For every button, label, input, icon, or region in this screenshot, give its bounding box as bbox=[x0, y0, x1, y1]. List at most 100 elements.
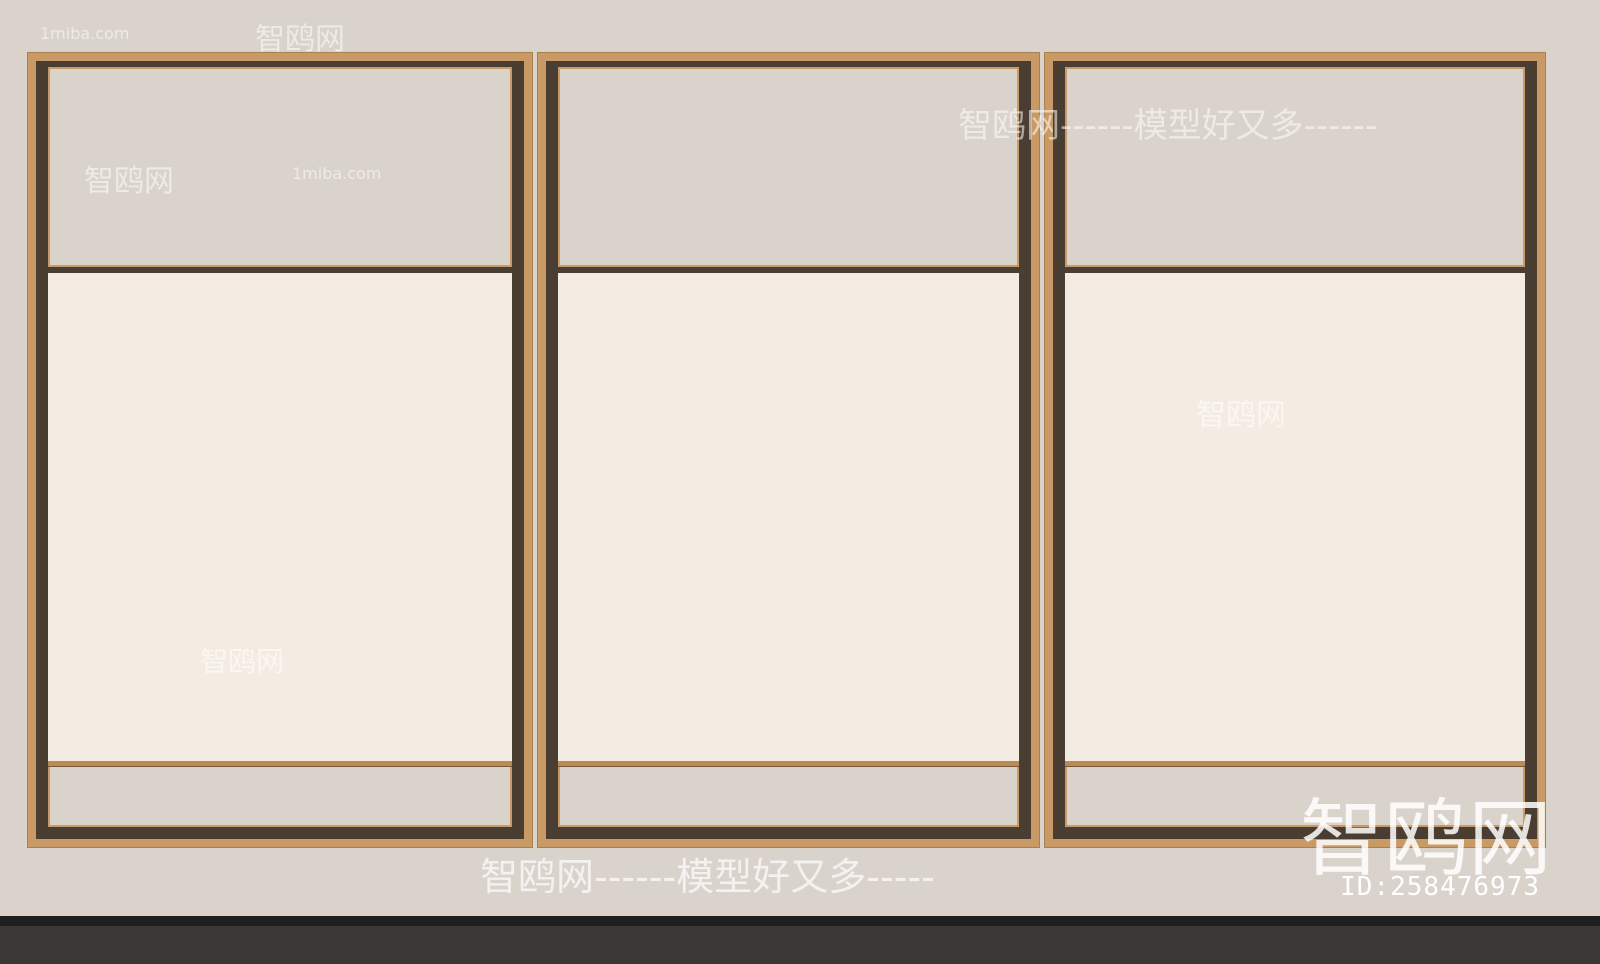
cover-art bbox=[1414, 338, 1466, 367]
book-cover[interactable]: THE ROVER bbox=[1315, 675, 1385, 755]
book-cover[interactable]: THE COLOR BOOK bbox=[143, 431, 201, 503]
book-cover[interactable] bbox=[725, 311, 782, 383]
book-cover[interactable] bbox=[70, 311, 128, 383]
book-cover[interactable] bbox=[725, 675, 782, 755]
book-cover[interactable]: THE NORDIC BAKING BOOK bbox=[434, 675, 491, 755]
cover-art bbox=[949, 706, 991, 738]
book-cover[interactable] bbox=[669, 553, 737, 633]
book-cover[interactable]: IDIOT bbox=[216, 431, 273, 503]
book-cover[interactable]: MANHATTAN bbox=[361, 431, 419, 503]
book-cover[interactable]: BOLEX bbox=[580, 675, 638, 755]
book-cover[interactable] bbox=[653, 675, 710, 755]
book-cover[interactable] bbox=[1207, 431, 1277, 503]
cover-art bbox=[804, 706, 847, 738]
book-cover[interactable]: Hilma af Klint bbox=[765, 431, 814, 503]
book-title: IDIOT bbox=[231, 440, 259, 452]
book-title: Leonardo in Detail bbox=[656, 320, 706, 343]
book-cover[interactable] bbox=[797, 675, 854, 755]
book-cover[interactable] bbox=[1423, 431, 1493, 503]
book-cover[interactable]: VOGUE bbox=[889, 431, 938, 503]
book-cover[interactable] bbox=[1405, 311, 1475, 383]
book-cover[interactable] bbox=[1207, 675, 1277, 755]
book-cover[interactable] bbox=[582, 553, 651, 633]
cover-art bbox=[78, 706, 121, 738]
book-cover[interactable] bbox=[1099, 675, 1169, 755]
book-cover[interactable]: Michelangelo bbox=[70, 431, 128, 503]
book-cover[interactable] bbox=[1117, 311, 1187, 383]
shelf-rail bbox=[48, 387, 512, 395]
book-cover[interactable] bbox=[941, 675, 999, 755]
book-cover[interactable]: MANHATTAN bbox=[361, 311, 419, 383]
watermark-site: 1miba.com bbox=[292, 164, 382, 183]
book-retainer-wire bbox=[558, 583, 1019, 586]
book-cover[interactable] bbox=[288, 675, 346, 755]
book-cover[interactable] bbox=[361, 675, 419, 755]
book-cover[interactable] bbox=[1423, 675, 1493, 755]
bookcase-unit: Leonardo in Detail THE COLOR BOOK CHANEL CH… bbox=[537, 52, 1040, 848]
book-cover[interactable]: Italy bbox=[70, 675, 128, 755]
book-title: THE COLOR BOOK bbox=[155, 440, 189, 473]
book-cover[interactable] bbox=[246, 553, 315, 633]
bookcase-unit: MARC THE ROVER bbox=[1044, 52, 1546, 848]
book-cover[interactable]: DAVID MACIAS bbox=[703, 431, 752, 503]
book-cover[interactable]: VOGUE bbox=[641, 431, 690, 503]
cover-art bbox=[1432, 458, 1484, 487]
cover-art bbox=[1324, 706, 1376, 738]
book-cover[interactable]: CHANEL bbox=[216, 675, 273, 755]
book-cover[interactable] bbox=[1405, 553, 1475, 633]
book-retainer-wire bbox=[48, 338, 512, 340]
book-cover[interactable] bbox=[1315, 431, 1385, 503]
book-title: CHANEL bbox=[224, 686, 265, 698]
book-cover[interactable]: PRADA bbox=[216, 311, 273, 383]
cover-art bbox=[877, 338, 919, 367]
book-cover[interactable]: Colour Theory in Design bbox=[288, 311, 346, 383]
book-title: DAVID MACIAS bbox=[708, 440, 748, 463]
book-cover[interactable]: THE COLOR BOOK bbox=[797, 311, 854, 383]
book-cover[interactable] bbox=[755, 553, 824, 633]
book-cover[interactable]: TRIAL bbox=[288, 431, 346, 503]
shelf-rail bbox=[48, 507, 512, 515]
book-cover[interactable] bbox=[434, 311, 491, 383]
book-cover[interactable]: Lolita bbox=[869, 675, 926, 755]
book-cover[interactable] bbox=[1261, 553, 1331, 633]
watermark-brand: 智鸥网 bbox=[84, 164, 174, 199]
watermark-brand: 智鸥网 bbox=[200, 645, 285, 678]
book-cover[interactable]: Leonardo in Detail bbox=[653, 311, 710, 383]
book-cover[interactable]: SAVILE ROW bbox=[950, 431, 1000, 503]
book-retainer-wire bbox=[48, 583, 512, 586]
book-cover[interactable]: CHANEL bbox=[869, 311, 926, 383]
book-title: THE ROVER bbox=[1322, 686, 1378, 698]
book-cover[interactable] bbox=[143, 675, 201, 755]
upper-cabinet-panel bbox=[1065, 67, 1525, 267]
cover-art bbox=[1126, 584, 1178, 616]
cover-art bbox=[223, 458, 266, 487]
pegboard: Leonardo in Detail THE COLOR BOOK CHANEL CH… bbox=[558, 273, 1019, 767]
book-cover[interactable] bbox=[928, 553, 997, 633]
book-cover[interactable] bbox=[334, 553, 403, 633]
book-cover[interactable] bbox=[1117, 553, 1187, 633]
book-retainer-wire bbox=[558, 705, 1019, 708]
book-cover[interactable] bbox=[580, 311, 638, 383]
book-cover[interactable] bbox=[159, 553, 228, 633]
shelf-rail bbox=[558, 387, 1019, 395]
book-cover[interactable]: INTERIORS bbox=[579, 431, 629, 503]
book-title: MARC bbox=[1119, 440, 1149, 452]
floor-edge bbox=[0, 916, 1600, 926]
book-cover[interactable] bbox=[143, 311, 201, 383]
cover-art bbox=[710, 458, 746, 487]
book-cover[interactable] bbox=[1261, 311, 1331, 383]
book-cover[interactable] bbox=[72, 553, 141, 633]
book-cover[interactable] bbox=[434, 431, 491, 503]
book-title: Michelangelo bbox=[71, 440, 127, 452]
book-title: MANHATTAN bbox=[362, 320, 418, 332]
book-title: MANHATTAN bbox=[362, 440, 418, 452]
book-cover[interactable]: CHANEL bbox=[941, 311, 999, 383]
book-cover[interactable]: THE PEOPLE I LIKE bbox=[421, 553, 490, 633]
shelf-rail bbox=[1065, 387, 1525, 395]
cover-art bbox=[369, 338, 411, 367]
book-title: Colour Theory in Design bbox=[297, 320, 337, 353]
book-cover[interactable] bbox=[827, 431, 876, 503]
book-cover[interactable]: MARC bbox=[1099, 431, 1169, 503]
book-title: SAVILE ROW bbox=[957, 440, 993, 463]
book-cover[interactable] bbox=[842, 553, 910, 633]
